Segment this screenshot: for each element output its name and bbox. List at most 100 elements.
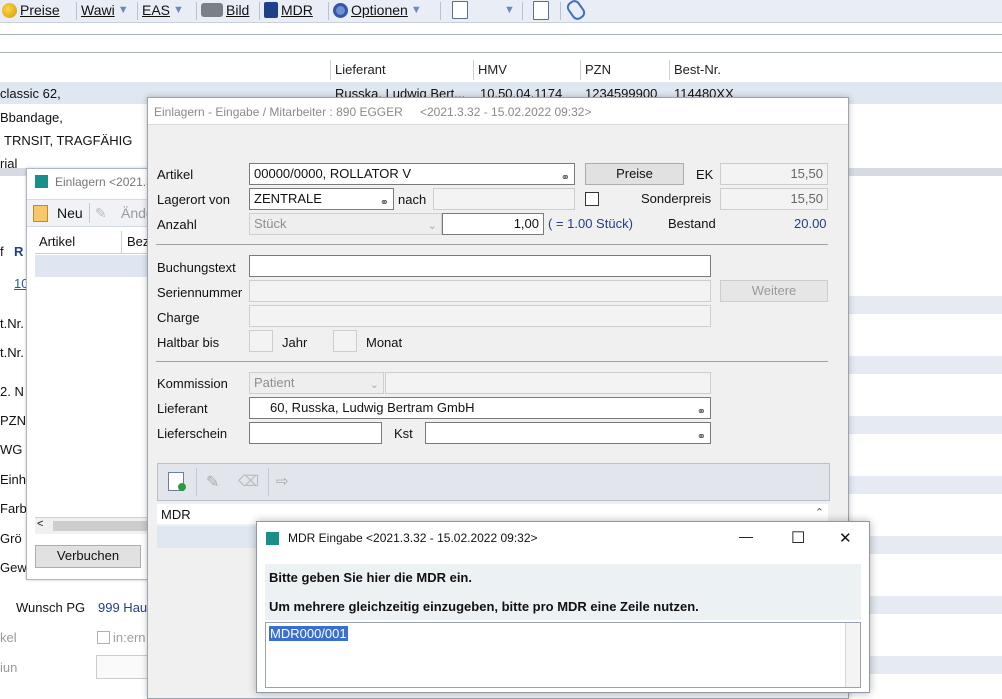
close-button[interactable]: ✕ bbox=[839, 529, 852, 547]
background-label: t.Nr. bbox=[0, 316, 24, 331]
lock-icon bbox=[264, 2, 278, 18]
mdr-instruction-line1: Bitte geben Sie hier die MDR ein. bbox=[269, 570, 472, 585]
sonderpreis-label: Sonderpreis bbox=[641, 191, 712, 206]
background-stripe bbox=[870, 596, 1002, 614]
mdr-window-title: MDR Eingabe <2021.3.32 - 15.02.2022 09:3… bbox=[288, 531, 538, 545]
search-icon[interactable]: ⚭ bbox=[561, 168, 570, 184]
toolbar-wawi-button[interactable]: Wawi ▼ bbox=[81, 0, 129, 20]
toolbar-refresh-button[interactable] bbox=[452, 0, 468, 20]
search-icon[interactable]: ⚭ bbox=[697, 427, 706, 443]
anzahl-label: Anzahl bbox=[157, 217, 197, 232]
haltbar-label: Haltbar bis bbox=[157, 335, 220, 350]
toolbar-separator bbox=[560, 2, 561, 20]
minimize-button[interactable]: — bbox=[739, 528, 753, 544]
background-label: iun bbox=[0, 660, 18, 675]
lagerort-label: Lagerort von bbox=[157, 192, 230, 207]
background-table-header: Lieferant HMV PZN Best-Nr. bbox=[0, 60, 1002, 80]
document-refresh-icon bbox=[452, 1, 468, 19]
anzahl-field[interactable]: 1,00 bbox=[442, 213, 544, 235]
toolbar-eas-label: EAS bbox=[142, 2, 171, 18]
mdr-input-value: MDR000/001 bbox=[269, 626, 348, 641]
haltbar-jahr-field[interactable] bbox=[249, 330, 273, 352]
toolbar-eas-button[interactable]: EAS ▼ bbox=[142, 0, 184, 20]
search-icon[interactable]: ⚭ bbox=[380, 193, 389, 209]
paperclip-icon bbox=[564, 0, 588, 23]
plus-badge-icon bbox=[178, 483, 186, 491]
einheit-select[interactable]: Stück ⌄ bbox=[249, 213, 442, 235]
edit-pencil-icon[interactable]: ✎ bbox=[206, 472, 219, 492]
forward-icon[interactable]: ⇨ bbox=[276, 472, 289, 490]
bestand-value: 20.00 bbox=[794, 216, 827, 231]
background-label: Grö bbox=[0, 531, 22, 546]
artikel-field[interactable]: 00000/0000, ROLLATOR V ⚭ bbox=[249, 163, 575, 185]
background-stripe bbox=[847, 476, 1002, 494]
toolbar-separator bbox=[259, 2, 260, 20]
column-header-best-nr[interactable]: Best-Nr. bbox=[674, 62, 721, 77]
scroll-up-icon[interactable]: ⌃ bbox=[815, 506, 824, 519]
preise-button[interactable]: Preise bbox=[585, 163, 684, 185]
intern-checkbox[interactable] bbox=[97, 631, 110, 644]
chevron-down-icon: ▼ bbox=[410, 4, 422, 16]
lieferant-field[interactable]: 60, Russka, Ludwig Bertram GmbH ⚭ bbox=[249, 397, 711, 419]
new-button[interactable]: Neu bbox=[57, 205, 83, 221]
background-field[interactable] bbox=[96, 655, 150, 679]
maximize-button[interactable]: ☐ bbox=[791, 528, 805, 548]
delete-document-icon[interactable]: ⌫ bbox=[238, 472, 259, 490]
column-header-artikel[interactable]: Artikel bbox=[39, 234, 75, 249]
mdr-input-textarea[interactable]: MDR000/001 bbox=[265, 622, 861, 688]
haltbar-monat-field[interactable] bbox=[333, 330, 357, 352]
column-header-lieferant[interactable]: Lieferant bbox=[335, 62, 386, 77]
charge-label: Charge bbox=[157, 310, 200, 325]
lagerort-field[interactable]: ZENTRALE ⚭ bbox=[249, 188, 394, 210]
toolbar-dropdown-button[interactable]: ▼ bbox=[504, 0, 515, 20]
toolbar-separator bbox=[137, 2, 138, 20]
kommission-value: Patient bbox=[254, 375, 295, 390]
toolbar-preise-button[interactable]: Preise bbox=[2, 0, 60, 20]
column-header-hmv[interactable]: HMV bbox=[478, 62, 507, 77]
background-label: Einh bbox=[0, 472, 27, 487]
mdr-titlebar[interactable]: MDR Eingabe <2021.3.32 - 15.02.2022 09:3… bbox=[257, 522, 869, 554]
toolbar-mdr-button[interactable]: MDR bbox=[264, 0, 313, 20]
lagerort-value: ZENTRALE bbox=[254, 191, 322, 206]
kst-field[interactable]: ⚭ bbox=[425, 422, 711, 444]
background-label: WG bbox=[0, 442, 23, 457]
background-stripe bbox=[870, 656, 1002, 674]
dialog-version: <2021.3.32 - 15.02.2022 09:32> bbox=[420, 105, 592, 119]
lieferschein-field[interactable] bbox=[249, 422, 382, 444]
gear-icon bbox=[333, 2, 348, 18]
toolbar-document-button[interactable] bbox=[533, 0, 549, 20]
kommission-label: Kommission bbox=[157, 376, 228, 391]
background-label: R bbox=[14, 244, 24, 259]
verbuchen-button[interactable]: Verbuchen bbox=[35, 545, 141, 568]
toolbar-bild-button[interactable]: Bild bbox=[201, 0, 249, 20]
toolbar-optionen-button[interactable]: Optionen ▼ bbox=[333, 0, 422, 20]
weitere-button[interactable]: Weitere bbox=[720, 280, 828, 302]
buchungstext-field[interactable] bbox=[249, 255, 711, 277]
dialog-titlebar[interactable]: Einlagern - Eingabe / Mitarbeiter : 890 … bbox=[148, 98, 848, 125]
coin-icon bbox=[2, 2, 17, 18]
chevron-down-icon: ▼ bbox=[173, 4, 184, 16]
background-label: 2. N bbox=[0, 384, 24, 399]
sonderpreis-checkbox[interactable] bbox=[585, 192, 599, 206]
list-item[interactable] bbox=[157, 526, 257, 548]
toolbar-attachment-button[interactable] bbox=[564, 0, 588, 23]
list-item-label: MDR bbox=[161, 507, 191, 522]
lieferant-label: Lieferant bbox=[157, 401, 208, 416]
background-line: TRNSIT, TRAGFÄHIG bbox=[4, 133, 133, 148]
dialog-title: Einlagern - Eingabe / Mitarbeiter : 890 … bbox=[154, 105, 403, 119]
vertical-scrollbar[interactable] bbox=[845, 623, 860, 687]
seriennummer-field[interactable] bbox=[249, 280, 711, 302]
search-icon[interactable]: ⚭ bbox=[697, 402, 706, 418]
kommission-select[interactable]: Patient ⌄ bbox=[249, 372, 384, 394]
toolbar-wawi-label: Wawi bbox=[81, 2, 115, 18]
chevron-down-icon: ⌄ bbox=[427, 220, 437, 232]
scroll-left-icon[interactable]: < bbox=[37, 518, 43, 530]
section-divider bbox=[156, 244, 828, 245]
edit-pencil-icon: ✎ bbox=[95, 205, 107, 221]
charge-field[interactable] bbox=[249, 305, 711, 327]
background-label: f bbox=[0, 244, 4, 259]
ek-field: 15,50 bbox=[720, 163, 828, 185]
nach-label: nach bbox=[398, 192, 427, 207]
ek-label: EK bbox=[696, 167, 714, 182]
column-header-pzn[interactable]: PZN bbox=[585, 62, 611, 77]
